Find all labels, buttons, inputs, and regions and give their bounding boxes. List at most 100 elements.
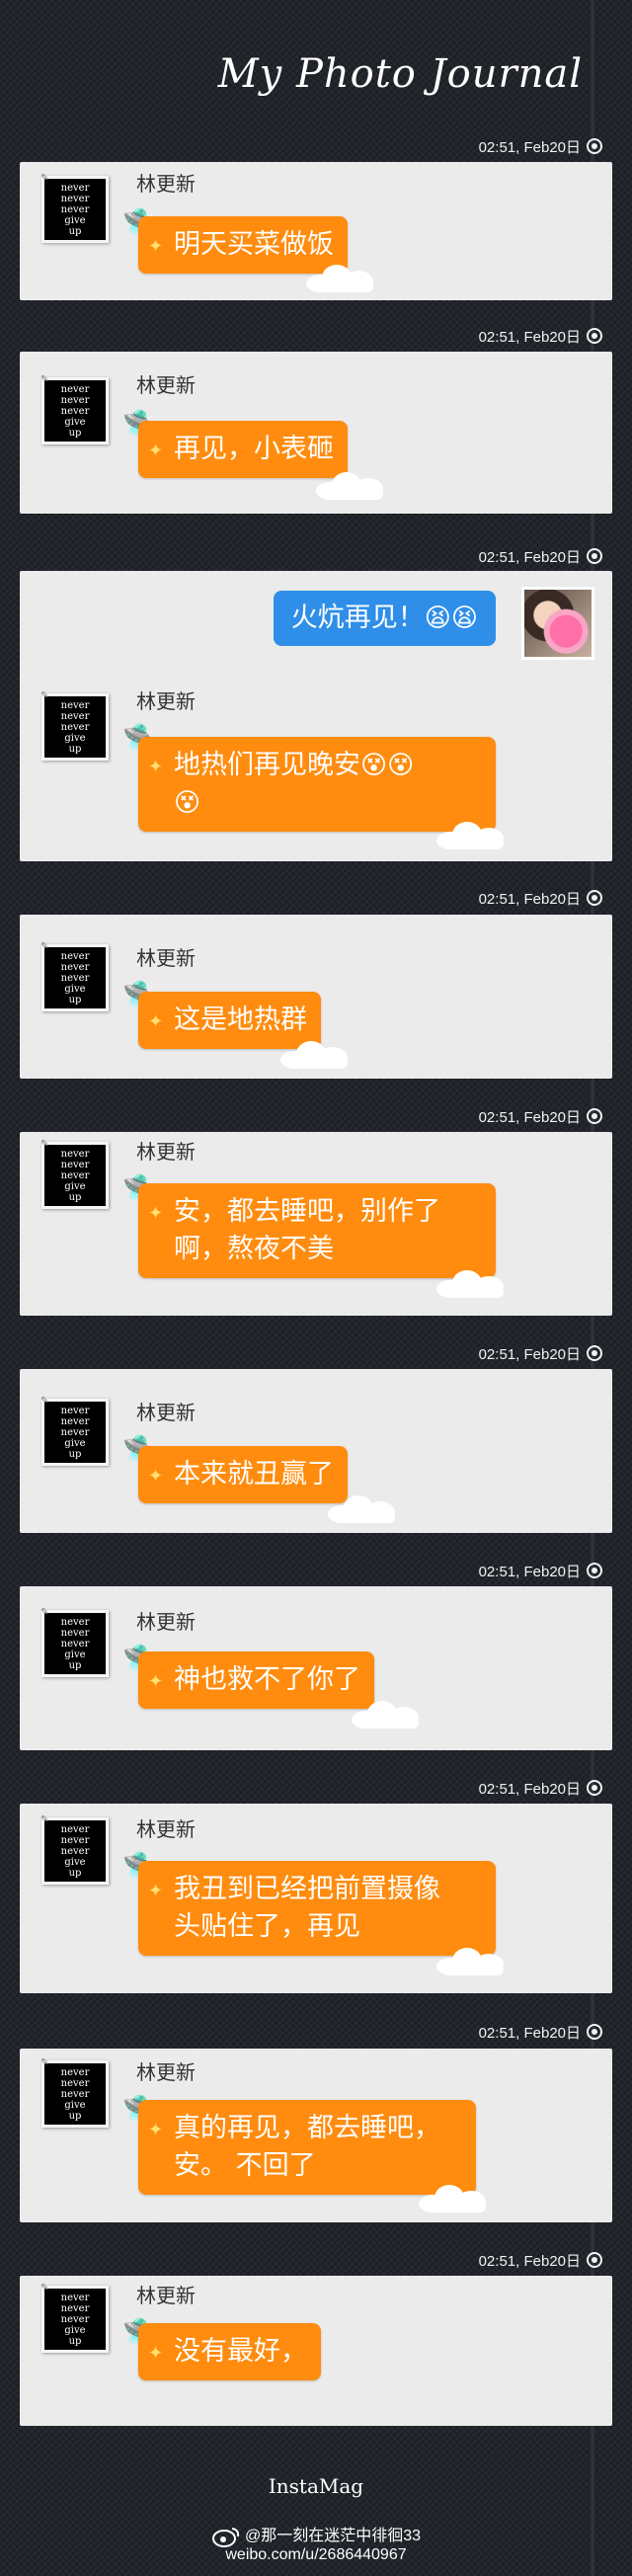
cloud-decoration <box>352 1701 425 1729</box>
sparkle-icon: ✦ <box>148 1881 164 1901</box>
cloud-decoration <box>328 1495 401 1523</box>
weibo-logo-icon <box>211 2527 240 2547</box>
message-card: ✎nevernevernevergiveup 林更新 🛸 ✦神也救不了你了 <box>20 1586 612 1750</box>
contact-name: 林更新 <box>136 172 196 196</box>
message-text: 没有最好， <box>174 2336 307 2367</box>
message-timestamp: 02:51, Feb20日 <box>479 2020 602 2044</box>
message-timestamp: 02:51, Feb20日 <box>479 1559 602 1582</box>
message-card: 火炕再见！😫😫 ✎ never never never give up 林更新 🛸 ✦ 地热… <box>20 571 612 861</box>
message-bubble[interactable]: ✦ 真的再见，都去睡吧， 安。 不回了 <box>138 2100 476 2195</box>
message-text: 头贴住了，再见 <box>174 1911 360 1942</box>
pin-icon: ✎ <box>40 2057 49 2068</box>
sparkle-icon: ✦ <box>148 2343 164 2364</box>
contact-avatar[interactable]: ✎ never never never give up <box>40 1814 109 1885</box>
message-text: 这是地热群 <box>174 1005 307 1035</box>
face-emoji-icon: 😵 <box>387 751 415 780</box>
face-emoji-icon: 😫 <box>424 604 451 633</box>
message-bubble[interactable]: ✦ 没有最好， <box>138 2323 321 2380</box>
message-text: 安，都去睡吧，别作了 <box>174 1196 440 1227</box>
pin-icon: ✎ <box>40 2283 49 2294</box>
message-bubble[interactable]: ✦ 再见，小表砸 <box>138 421 348 478</box>
message-bubble[interactable]: ✦ 神也救不了你了 <box>138 1651 374 1709</box>
radio-dot-icon <box>587 328 602 344</box>
message-text: 明天买菜做饭 <box>174 229 334 260</box>
message-text: 安。 不回了 <box>174 2150 316 2181</box>
pin-icon: ✎ <box>40 374 49 385</box>
contact-avatar[interactable]: ✎ never never never give up <box>40 1396 109 1466</box>
pin-icon: ✎ <box>40 941 49 952</box>
sparkle-icon: ✦ <box>148 757 164 777</box>
pin-icon: ✎ <box>40 690 49 701</box>
contact-name: 林更新 <box>136 1610 196 1634</box>
contact-name: 林更新 <box>136 1817 196 1841</box>
radio-dot-icon <box>587 548 602 564</box>
contact-avatar[interactable]: ✎ never never never give up <box>40 1139 109 1209</box>
message-text: 再见，小表砸 <box>174 434 334 464</box>
face-emoji-icon: 😫 <box>450 604 478 633</box>
contact-avatar[interactable]: ✎ never never never give up <box>40 2057 109 2128</box>
sparkle-icon: ✦ <box>148 441 164 461</box>
contact-name: 林更新 <box>136 373 196 397</box>
message-text: 地热们再见晚安 <box>174 750 360 780</box>
pin-icon: ✎ <box>40 1396 49 1407</box>
message-timestamp: 02:51, Feb20日 <box>479 1776 602 1800</box>
message-timestamp: 02:51, Feb20日 <box>479 324 602 348</box>
message-card: ✎nevernevernevergiveup 林更新 🛸 ✦我丑到已经把前置摄像… <box>20 1804 612 1993</box>
contact-name: 林更新 <box>136 689 196 713</box>
contact-avatar[interactable]: ✎ never never never give up <box>40 2283 109 2353</box>
pin-icon: ✎ <box>40 173 49 184</box>
radio-dot-icon <box>587 1780 602 1796</box>
message-text: 啊，熬夜不美 <box>174 1234 334 1264</box>
message-text: 火炕再见！ <box>290 603 425 633</box>
message-timestamp: 02:51, Feb20日 <box>479 886 602 910</box>
outgoing-message-bubble[interactable]: 火炕再见！😫😫 <box>273 591 496 646</box>
radio-dot-icon <box>587 1563 602 1578</box>
weibo-handle: @那一刻在迷茫中徘徊33 <box>0 2522 632 2547</box>
pin-icon: ✎ <box>40 1139 49 1150</box>
message-text: 神也救不了你了 <box>174 1664 360 1695</box>
cloud-decoration <box>436 822 510 849</box>
cloud-decoration <box>436 1948 510 1975</box>
message-bubble[interactable]: ✦ 本来就丑赢了 <box>138 1446 348 1503</box>
cloud-decoration <box>316 472 389 500</box>
user-avatar[interactable] <box>521 587 594 660</box>
message-bubble[interactable]: ✦ 我丑到已经把前置摄像 头贴住了，再见 <box>138 1861 496 1956</box>
contact-name: 林更新 <box>136 2284 196 2307</box>
contact-avatar[interactable]: ✎ never never never give up <box>40 374 109 444</box>
weibo-url[interactable]: weibo.com/u/2686440967 <box>0 2546 632 2564</box>
contact-name: 林更新 <box>136 1401 196 1424</box>
message-card: ✎nevernevernevergiveup 林更新 🛸 ✦本来就丑赢了 <box>20 1369 612 1533</box>
radio-dot-icon <box>587 2024 602 2040</box>
message-timestamp: 02:51, Feb20日 <box>479 1341 602 1365</box>
radio-dot-icon <box>587 890 602 906</box>
message-timestamp: 02:51, Feb20日 <box>479 2248 602 2272</box>
contact-name: 林更新 <box>136 946 196 970</box>
contact-avatar[interactable]: ✎ never never never give up <box>40 1607 109 1677</box>
message-card: ✎nevernevernevergiveup 林更新 🛸 ✦没有最好， <box>20 2276 612 2426</box>
sparkle-icon: ✦ <box>148 2120 164 2140</box>
cloud-decoration <box>419 2185 492 2213</box>
radio-dot-icon <box>587 1108 602 1124</box>
contact-avatar[interactable]: ✎ never never never give up <box>40 941 109 1011</box>
sparkle-icon: ✦ <box>148 1671 164 1692</box>
message-card: ✎nevernevernevergiveup 林更新 🛸 ✦这是地热群 <box>20 915 612 1079</box>
cloud-decoration <box>306 265 379 292</box>
brand-label: InstaMag <box>268 2474 364 2498</box>
radio-dot-icon <box>587 1345 602 1361</box>
message-timestamp: 02:51, Feb20日 <box>479 134 602 158</box>
message-bubble[interactable]: ✦ 安，都去睡吧，别作了 啊，熬夜不美 <box>138 1183 496 1278</box>
pin-icon: ✎ <box>40 1814 49 1825</box>
message-text: 真的再见，都去睡吧， <box>174 2113 440 2143</box>
message-timestamp: 02:51, Feb20日 <box>479 544 602 568</box>
radio-dot-icon <box>587 2252 602 2268</box>
message-bubble[interactable]: ✦ 地热们再见晚安😵😵 😵 <box>138 737 496 832</box>
face-emoji-icon: 😵 <box>174 788 201 818</box>
contact-avatar[interactable]: ✎ never never never give up <box>40 690 109 761</box>
contact-name: 林更新 <box>136 2060 196 2084</box>
sparkle-icon: ✦ <box>148 236 164 257</box>
sparkle-icon: ✦ <box>148 1203 164 1224</box>
message-card: ✎nevernevernevergiveup 林更新 🛸 ✦明天买菜做饭 <box>20 162 612 300</box>
contact-avatar[interactable]: ✎ never never never give up <box>40 173 109 243</box>
cloud-decoration <box>280 1041 354 1069</box>
page-title: My Photo Journal <box>217 51 583 97</box>
